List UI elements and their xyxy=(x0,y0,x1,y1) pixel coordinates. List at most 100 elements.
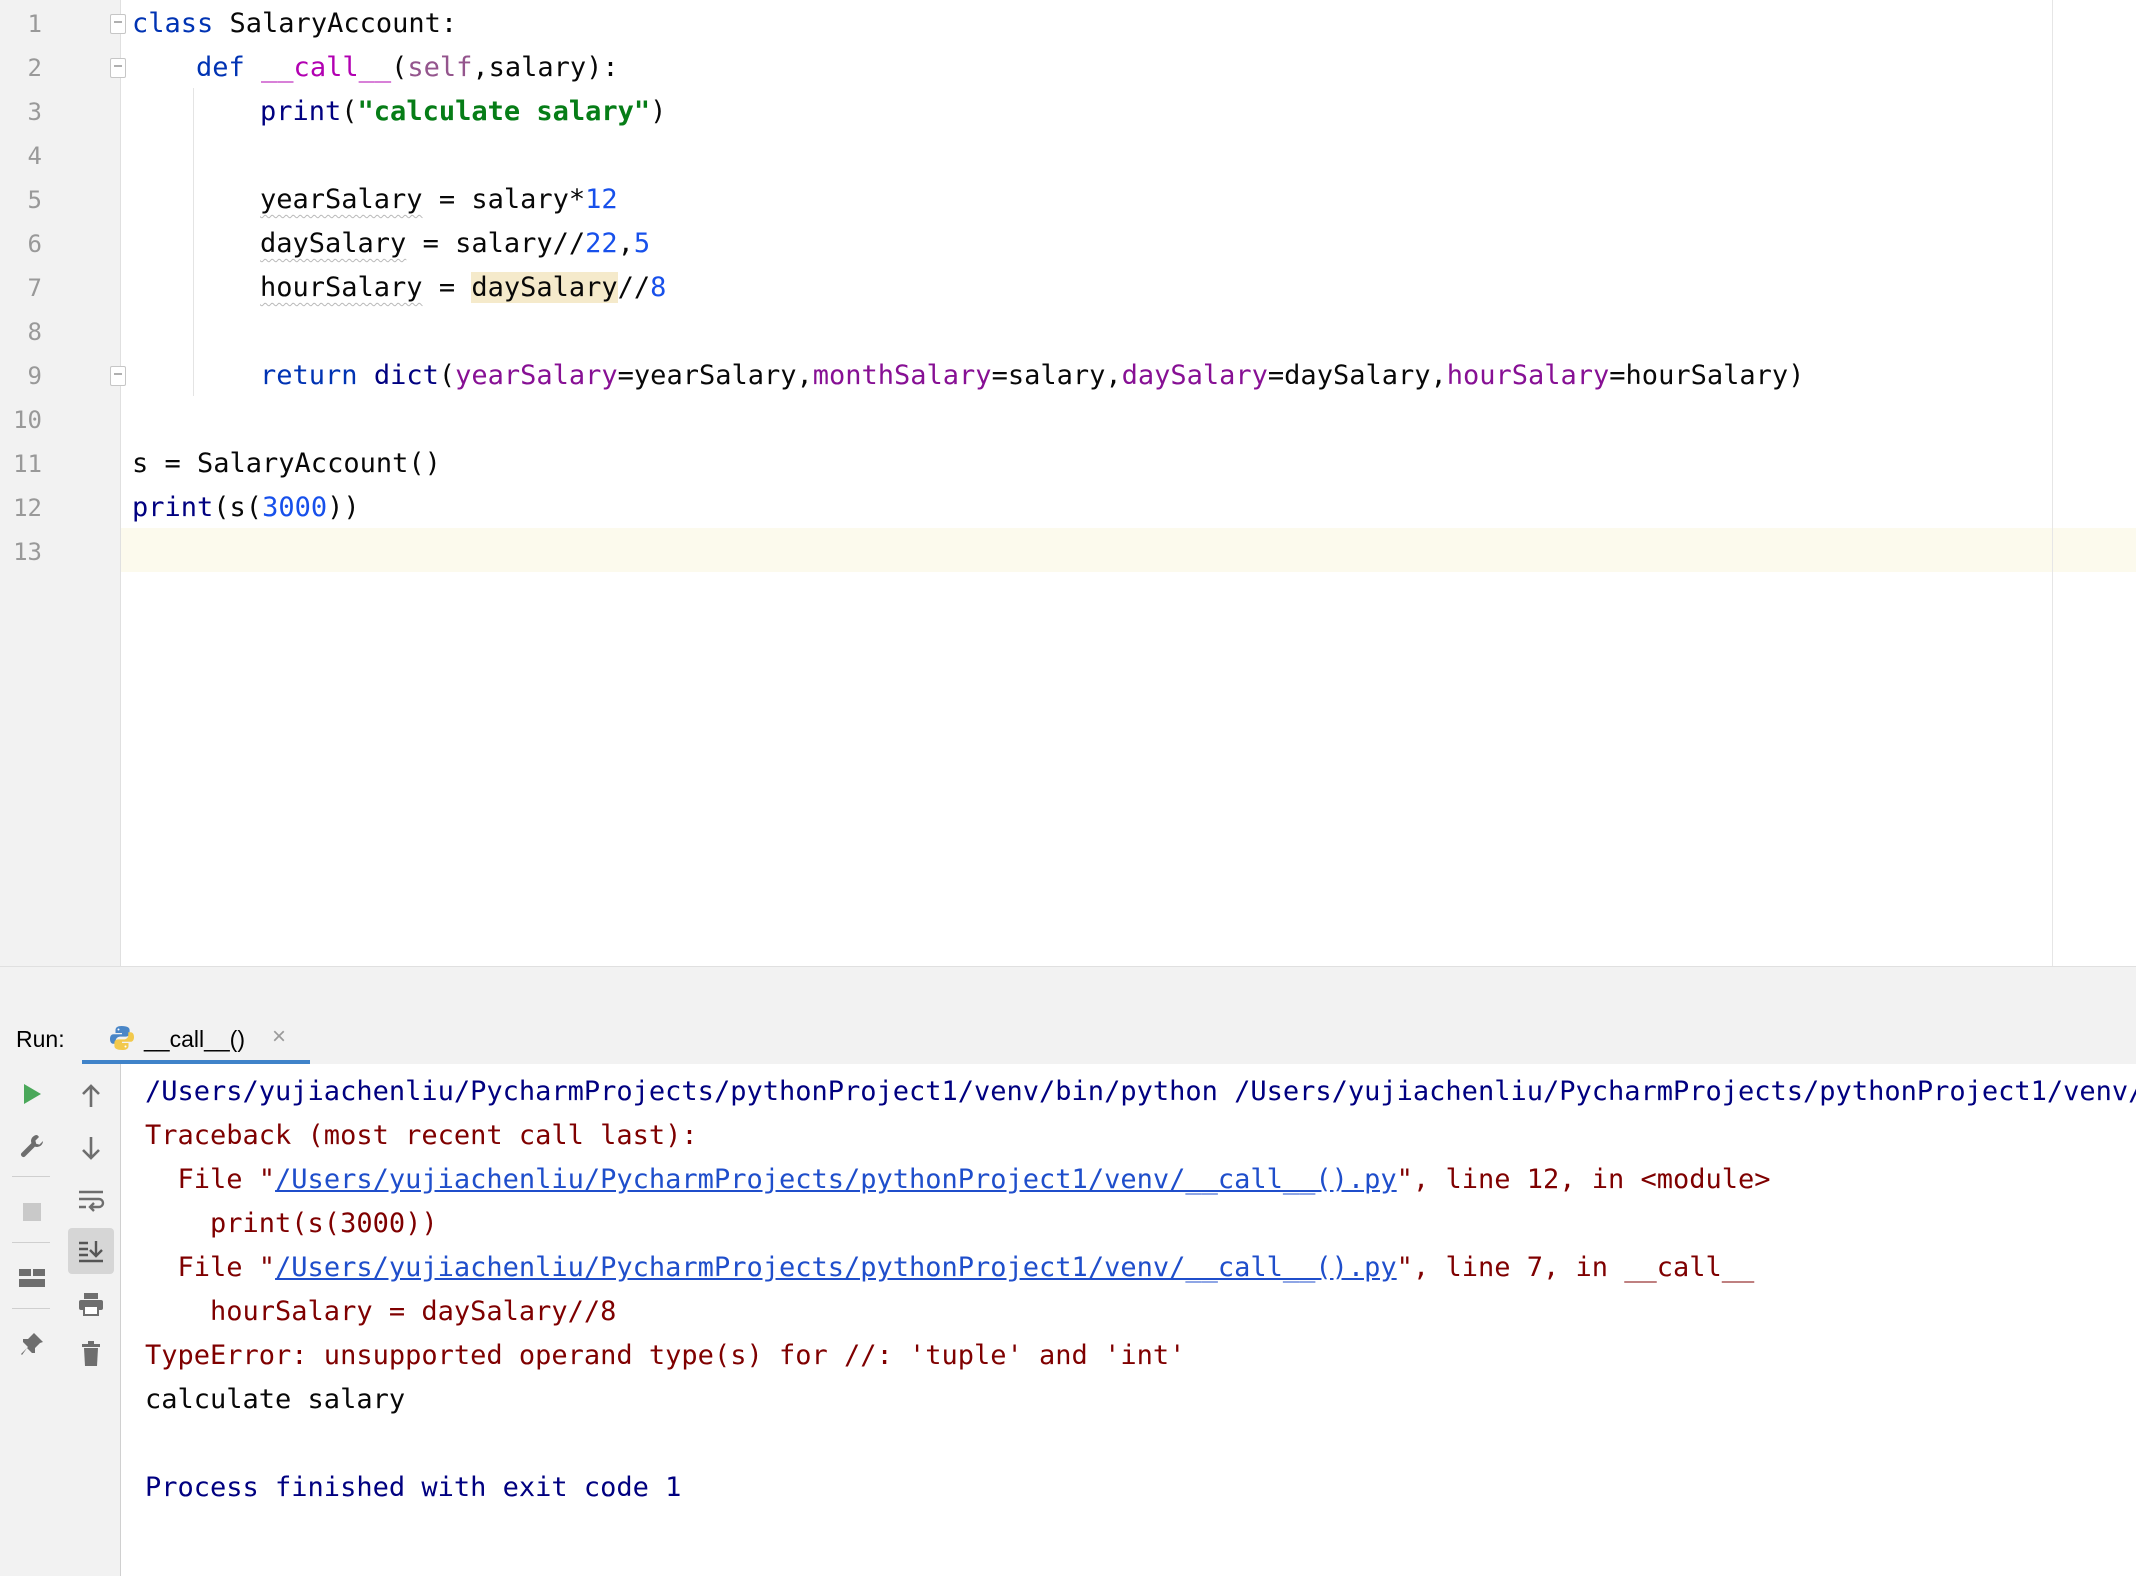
console-output[interactable]: /Users/yujiachenliu/PycharmProjects/pyth… xyxy=(145,1064,2136,1503)
code-line: def __call__(self,salary): xyxy=(196,46,619,90)
console-traceback-header: Traceback (most recent call last): xyxy=(145,1120,698,1151)
variable-weak-warning: hourSalary xyxy=(260,272,423,303)
keyword-arg: monthSalary xyxy=(812,360,992,391)
close-icon[interactable]: × xyxy=(272,1023,286,1051)
number-literal: 3000 xyxy=(262,492,328,523)
number-literal: 12 xyxy=(585,184,618,215)
code-text: (s( xyxy=(213,492,263,523)
python-icon xyxy=(108,1024,136,1057)
keyword: class xyxy=(132,8,214,39)
code-line: class SalaryAccount: xyxy=(132,2,457,46)
indent-guide xyxy=(193,88,194,396)
line-number: 5 xyxy=(27,186,42,214)
print-icon[interactable] xyxy=(71,1284,111,1324)
number-literal: 5 xyxy=(633,228,651,259)
keyword-arg: yearSalary xyxy=(455,360,618,391)
run-panel-body: /Users/yujiachenliu/PycharmProjects/pyth… xyxy=(0,1064,2136,1576)
code-line: yearSalary = salary*12 xyxy=(260,178,618,222)
number-literal: 22 xyxy=(585,228,618,259)
builtin: print xyxy=(260,96,342,127)
arrow-down-icon[interactable] xyxy=(71,1128,111,1168)
console-stdout: calculate salary xyxy=(145,1384,406,1415)
console-traceback-code: print(s(3000)) xyxy=(145,1208,438,1239)
self-param: self xyxy=(407,52,473,83)
run-icon[interactable] xyxy=(12,1074,52,1114)
arrow-up-icon[interactable] xyxy=(71,1076,111,1116)
code-line: hourSalary = daySalary//8 xyxy=(260,266,666,310)
console-text: File " xyxy=(145,1164,276,1195)
line-number: 2 xyxy=(27,54,42,82)
keyword: def xyxy=(196,52,245,83)
code-line: s = SalaryAccount() xyxy=(132,448,441,479)
fold-marker-icon[interactable] xyxy=(110,366,126,386)
code-text: SalaryAccount: xyxy=(213,8,458,39)
line-number: 1 xyxy=(27,10,42,38)
variable-weak-warning: yearSalary xyxy=(260,184,423,215)
current-line-highlight xyxy=(0,528,2136,572)
line-number: 4 xyxy=(27,142,42,170)
code-line: return dict(yearSalary=yearSalary,monthS… xyxy=(260,360,1805,391)
code-line: daySalary = salary//22,5 xyxy=(260,222,650,266)
console-traceback-frame: File "/Users/yujiachenliu/PycharmProject… xyxy=(145,1246,1755,1290)
layout-icon[interactable] xyxy=(12,1258,52,1298)
keyword: return xyxy=(260,360,358,391)
method-name: __call__ xyxy=(261,52,392,83)
number-literal: 8 xyxy=(650,272,667,303)
code-text: =hourSalary) xyxy=(1609,360,1805,391)
fold-marker-icon[interactable] xyxy=(110,14,126,34)
code-text: =salary, xyxy=(991,360,1122,391)
tab-label: __call__() xyxy=(144,1026,245,1052)
line-number: 7 xyxy=(27,274,42,302)
builtin: print xyxy=(132,492,214,523)
console-error-message: TypeError: unsupported operand type(s) f… xyxy=(145,1340,1186,1371)
trash-icon[interactable] xyxy=(71,1334,111,1374)
code-editor[interactable]: 1 2 3 4 5 6 7 8 9 10 11 12 13 class Sala… xyxy=(0,0,2136,966)
editor-status-strip xyxy=(0,966,2136,1014)
code-text: , xyxy=(617,228,634,259)
line-number: 8 xyxy=(27,318,42,346)
keyword-arg: hourSalary xyxy=(1446,360,1610,391)
run-tool-window-header: Run: __call__() × xyxy=(0,1012,2136,1065)
string-literal: "calculate salary" xyxy=(357,96,651,127)
fold-marker-icon[interactable] xyxy=(110,58,126,78)
code-text: =daySalary, xyxy=(1267,360,1447,391)
code-text: ,salary): xyxy=(472,52,619,83)
console-text: File " xyxy=(145,1252,276,1283)
code-text: ) xyxy=(650,96,667,127)
wrench-icon[interactable] xyxy=(12,1126,52,1166)
code-line: print(s(3000)) xyxy=(132,486,360,530)
code-text: = salary// xyxy=(406,228,586,259)
line-number-gutter[interactable]: 1 2 3 4 5 6 7 8 9 10 11 12 13 xyxy=(0,0,126,966)
variable-weak-warning: daySalary xyxy=(260,228,407,259)
stop-icon[interactable] xyxy=(12,1192,52,1232)
console-command-line: /Users/yujiachenliu/PycharmProjects/pyth… xyxy=(145,1076,2136,1107)
line-number: 6 xyxy=(27,230,42,258)
scroll-to-end-icon[interactable] xyxy=(68,1228,114,1274)
console-text: ", line 12, in <module> xyxy=(1396,1164,1771,1195)
code-text: =yearSalary, xyxy=(617,360,813,391)
file-link[interactable]: /Users/yujiachenliu/PycharmProjects/pyth… xyxy=(275,1252,1397,1283)
file-link[interactable]: /Users/yujiachenliu/PycharmProjects/pyth… xyxy=(275,1164,1397,1195)
toolbar-divider xyxy=(12,1242,50,1243)
toolbar-divider xyxy=(12,1176,50,1177)
line-number: 10 xyxy=(13,406,42,434)
code-text: ( xyxy=(341,96,358,127)
highlighted-usage: daySalary xyxy=(471,272,618,303)
line-number: 12 xyxy=(13,494,42,522)
run-toolbar-primary xyxy=(0,1064,63,1576)
line-number: 11 xyxy=(13,450,42,478)
soft-wrap-icon[interactable] xyxy=(71,1180,111,1220)
run-label: Run: xyxy=(16,1026,65,1052)
pin-icon[interactable] xyxy=(12,1324,52,1364)
tab-run-call[interactable]: __call__() × xyxy=(82,1012,310,1064)
builtin: dict xyxy=(373,360,439,391)
console-text: ", line 7, in __call__ xyxy=(1396,1252,1755,1283)
right-margin-guide xyxy=(2052,0,2053,966)
code-text: = xyxy=(422,272,472,303)
line-number: 13 xyxy=(13,538,42,566)
code-text: // xyxy=(617,272,651,303)
console-traceback-frame: File "/Users/yujiachenliu/PycharmProject… xyxy=(145,1158,1771,1202)
code-text: )) xyxy=(327,492,360,523)
run-toolbar-secondary xyxy=(62,1064,121,1576)
code-text: ( xyxy=(391,52,408,83)
